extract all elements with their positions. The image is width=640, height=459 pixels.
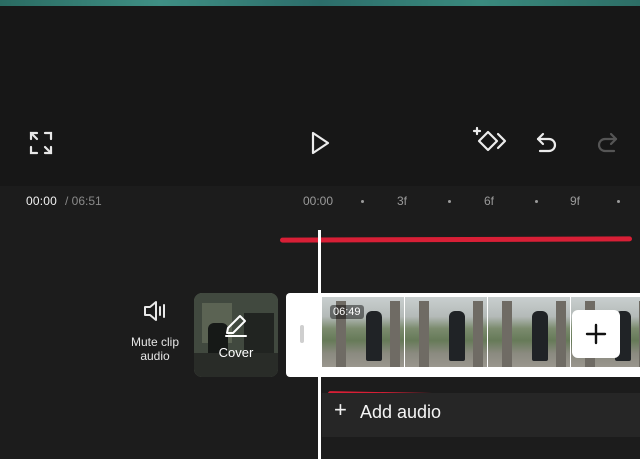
ruler-label: 6f bbox=[484, 194, 495, 208]
play-button[interactable] bbox=[305, 128, 335, 158]
ruler-dot bbox=[361, 200, 364, 203]
clip-frame bbox=[405, 297, 487, 367]
cover-button[interactable]: Cover bbox=[194, 293, 278, 377]
speaker-icon bbox=[144, 301, 165, 321]
ruler-label: 3f bbox=[397, 194, 408, 208]
clip-trim-handle[interactable] bbox=[286, 293, 320, 377]
ruler-label: 00:00 bbox=[303, 194, 334, 208]
play-icon bbox=[311, 131, 330, 155]
current-time: 00:00 bbox=[26, 194, 58, 208]
clip-duration-badge: 06:49 bbox=[330, 305, 364, 319]
edit-pencil-icon bbox=[225, 315, 247, 337]
keyframe-button[interactable] bbox=[472, 124, 510, 160]
video-preview-area bbox=[0, 6, 640, 186]
undo-button[interactable] bbox=[532, 128, 562, 158]
add-clip-button[interactable] bbox=[572, 310, 620, 358]
keyframe-add-icon bbox=[472, 126, 507, 152]
add-audio-label[interactable]: Add audio bbox=[360, 402, 441, 423]
trim-handle-grip bbox=[300, 325, 304, 343]
ruler-dot bbox=[535, 200, 538, 203]
fullscreen-button[interactable] bbox=[26, 128, 56, 158]
mute-clip-audio-button[interactable]: Mute clip audio bbox=[118, 298, 192, 370]
undo-icon bbox=[536, 132, 557, 153]
ruler-dot bbox=[448, 200, 451, 203]
ruler-dot bbox=[617, 200, 620, 203]
redo-icon bbox=[597, 132, 618, 153]
ruler-label: 9f bbox=[570, 194, 581, 208]
add-audio-plus-icon: + bbox=[334, 397, 347, 422]
redo-button[interactable] bbox=[592, 128, 622, 158]
playhead[interactable] bbox=[318, 230, 321, 459]
mute-clip-audio-label: Mute clip audio bbox=[130, 335, 180, 363]
cover-label: Cover bbox=[218, 345, 254, 360]
total-time: / 06:51 bbox=[65, 194, 102, 208]
clip-frame bbox=[488, 297, 570, 367]
plus-icon bbox=[585, 323, 607, 345]
fullscreen-icon bbox=[29, 131, 53, 155]
